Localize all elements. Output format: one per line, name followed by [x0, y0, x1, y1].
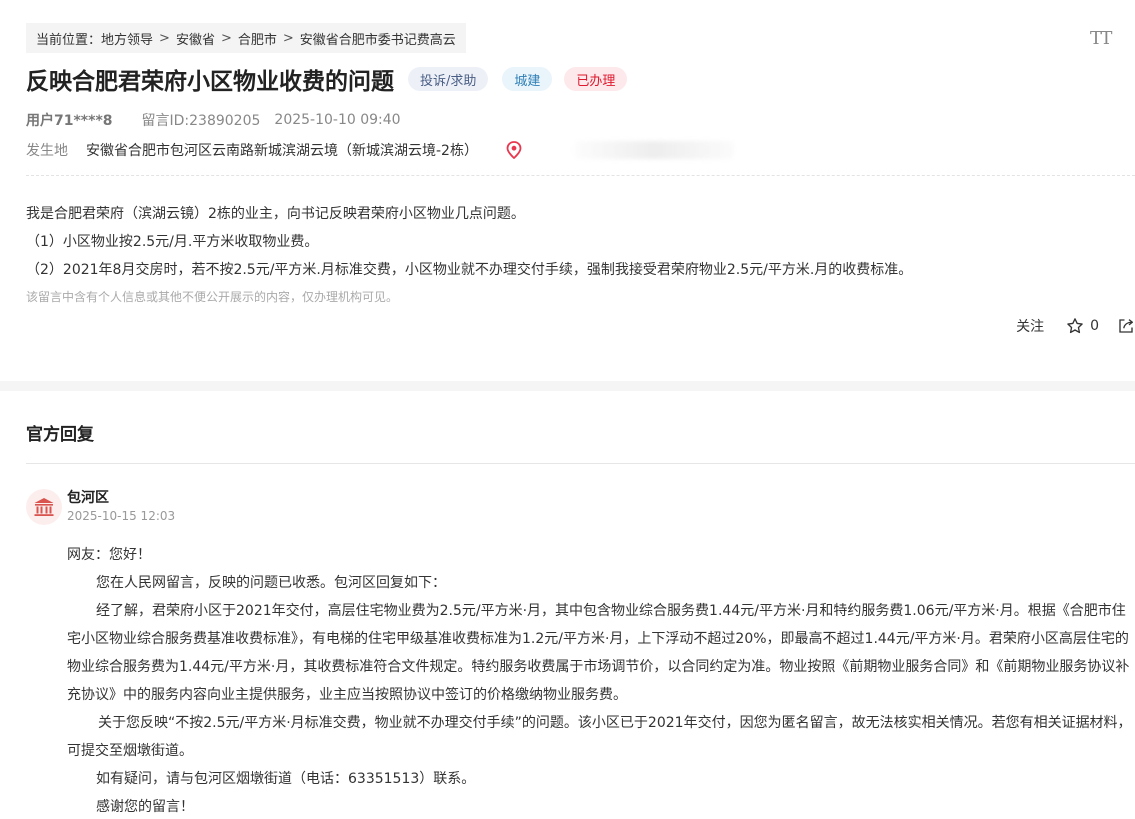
privacy-notice: 该留言中含有个人信息或其他不便公开展示的内容，仅办理机构可见。: [26, 290, 399, 304]
reply-section-title: 官方回复: [26, 425, 94, 445]
reply-paragraph: 您在人民网留言，反映的问题已收悉。包河区回复如下：: [96, 575, 446, 591]
location-label: 发生地: [26, 143, 68, 159]
breadcrumb-prefix: 当前位置：: [36, 32, 102, 48]
post-meta: 用户71****8 留言ID:23890205 2025-10-10 09:40: [26, 110, 401, 130]
follow-button[interactable]: 关注: [1016, 316, 1044, 336]
breadcrumb-item-city[interactable]: 合肥市: [238, 29, 277, 48]
divider: [26, 175, 1135, 176]
type-tag: 投诉/求助: [408, 67, 489, 91]
reply-paragraph: 感谢您的留言！: [96, 799, 194, 815]
divider: [26, 463, 1135, 464]
location-row: 发生地 安徽省合肥市包河区云南路新城滨湖云境（新城滨湖云境-2栋）: [26, 140, 734, 160]
reply-body: 网友：您好！ 您在人民网留言，反映的问题已收悉。包河区回复如下： 经了解，君荣府…: [67, 541, 1135, 819]
post-actions: 关注 0: [1016, 316, 1135, 336]
post-paragraph: 我是合肥君荣府（滨湖云镜）2栋的业主，向书记反映君荣府小区物业几点问题。: [26, 206, 525, 222]
reply-org-name: 包河区: [67, 490, 109, 506]
status-badge: 已办理: [564, 67, 628, 91]
post-paragraph: （2）2021年8月交房时，若不按2.5元/平方米.月标准交费，小区物业就不办理…: [26, 262, 913, 278]
field-tag: 城建: [502, 67, 553, 91]
reply-datetime: 2025-10-15 12:03: [67, 509, 176, 523]
message-id: 留言ID:23890205: [141, 113, 261, 129]
reply-paragraph: 如有疑问，请与包河区烟墩街道（电话：63351513）联系。: [96, 771, 476, 787]
reply-paragraph: 关于您反映“不按2.5元/平方米·月标准交费，物业就不办理交付手续”的问题。该小…: [67, 715, 1132, 759]
breadcrumb-item-local-leaders[interactable]: 地方领导: [101, 29, 153, 48]
page-title: 反映合肥君荣府小区物业收费的问题: [26, 69, 394, 95]
section-separator: [0, 381, 1135, 391]
font-size-toggle-icon[interactable]: TT: [1090, 28, 1112, 49]
favorite-button[interactable]: 0: [1066, 317, 1099, 335]
star-icon: [1067, 318, 1083, 334]
post-author: 用户71****8: [26, 113, 113, 129]
breadcrumb: 当前位置： 地方领导 > 安徽省 > 合肥市 > 安徽省合肥市委书记费高云: [26, 23, 466, 53]
breadcrumb-separator: >: [220, 30, 232, 46]
post-datetime: 2025-10-10 09:40: [274, 112, 401, 128]
map-pin-icon[interactable]: [506, 141, 522, 159]
post-paragraph: （1）小区物业按2.5元/月.平方米收取物业费。: [26, 234, 319, 250]
breadcrumb-item-province[interactable]: 安徽省: [176, 29, 215, 48]
breadcrumb-separator: >: [159, 30, 170, 46]
reply-greeting: 网友：您好！: [67, 547, 151, 563]
breadcrumb-item-leader[interactable]: 安徽省合肥市委书记费高云: [300, 29, 456, 48]
share-icon[interactable]: [1117, 317, 1135, 335]
reply-paragraph: 经了解，君荣府小区于2021年交付，高层住宅物业费为2.5元/平方米·月，其中包…: [67, 603, 1130, 703]
government-building-icon: [26, 489, 62, 525]
favorite-count: 0: [1090, 318, 1099, 334]
location-address: 安徽省合肥市包河区云南路新城滨湖云境（新城滨湖云境-2栋）: [86, 143, 478, 159]
breadcrumb-separator: >: [282, 30, 294, 46]
post-body: 我是合肥君荣府（滨湖云镜）2栋的业主，向书记反映君荣府小区物业几点问题。 （1）…: [26, 200, 912, 284]
redacted-content: [573, 141, 734, 159]
title-row: 反映合肥君荣府小区物业收费的问题 投诉/求助 城建 已办理: [26, 62, 628, 96]
